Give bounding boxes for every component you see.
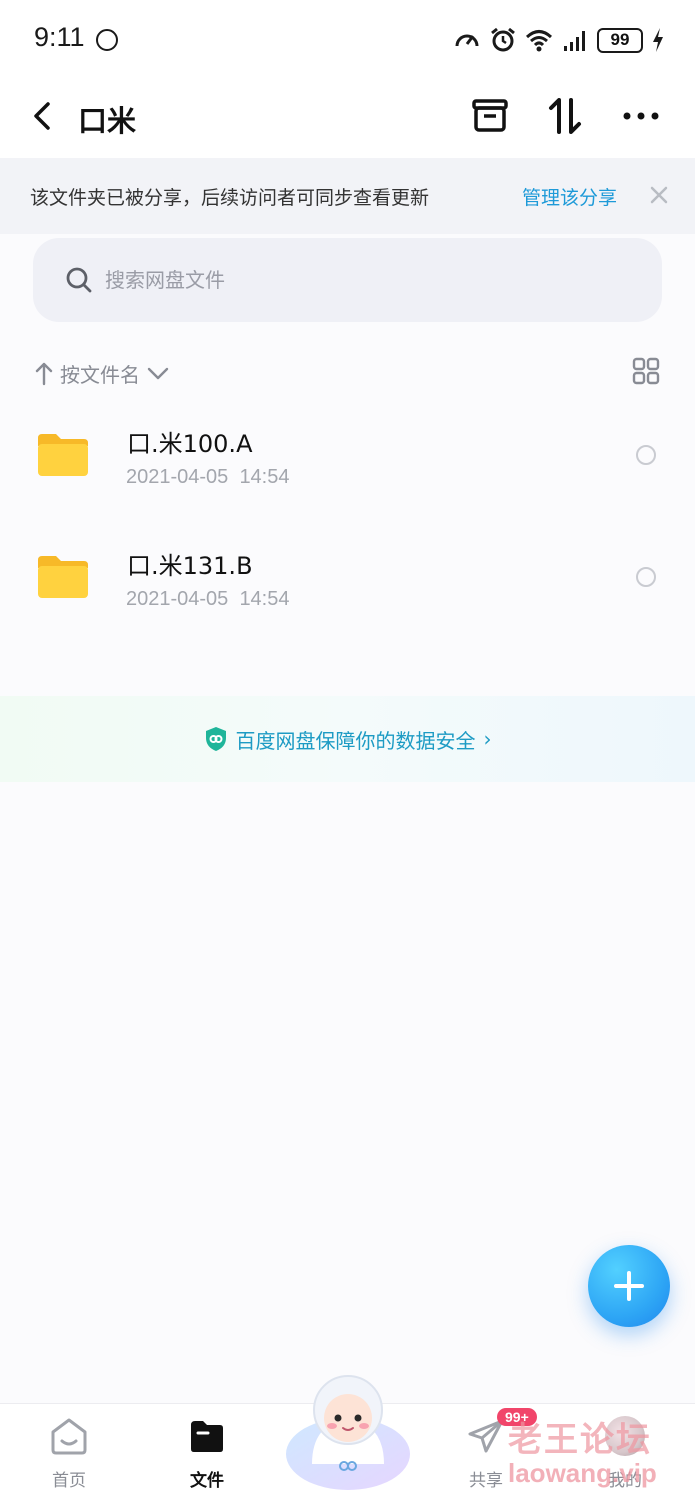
search-input[interactable]: [105, 238, 625, 322]
file-date: 2021-04-05: [126, 466, 229, 488]
mascot-assistant-icon[interactable]: [284, 1368, 412, 1496]
more-dots-icon[interactable]: [620, 94, 664, 138]
folder-tab-icon: [191, 1421, 223, 1452]
file-meta: 2021-04-05 14:54: [126, 588, 290, 611]
list-item[interactable]: 口.米131.B 2021-04-05 14:54: [0, 522, 695, 642]
search-box[interactable]: [33, 238, 662, 322]
security-banner[interactable]: 百度网盘保障你的数据安全 ›: [0, 696, 695, 782]
file-time: 14:54: [239, 466, 290, 488]
watermark-text: 老王论坛: [508, 1420, 652, 1460]
file-name: 口.米131.B: [127, 552, 253, 580]
nav-home-label: 首页: [52, 1471, 86, 1491]
security-text: 百度网盘保障你的数据安全: [235, 728, 476, 753]
chevron-right-icon: ›: [483, 727, 492, 751]
header: 口米: [0, 80, 695, 158]
signal-icon: [564, 31, 585, 51]
page-title: 口米: [78, 104, 137, 138]
alarm-icon: [491, 27, 515, 52]
notification-icon: [96, 29, 118, 51]
home-icon: [51, 1418, 87, 1455]
status-time: 9:11: [34, 22, 85, 52]
sort-control[interactable]: 按文件名: [34, 355, 170, 391]
sort-label: 按文件名: [60, 362, 140, 387]
status-icons: 99: [453, 26, 665, 54]
folder-icon: [38, 434, 88, 476]
sort-up-arrow-icon: [35, 362, 53, 386]
chevron-down-icon: [147, 367, 169, 380]
file-time: 14:54: [239, 588, 290, 610]
back-icon[interactable]: [28, 96, 58, 136]
watermark-url: laowang.vip: [508, 1458, 657, 1488]
speedometer-icon: [455, 34, 479, 47]
nav-files-label: 文件: [190, 1471, 224, 1491]
file-date: 2021-04-05: [126, 588, 229, 610]
grid-view-icon[interactable]: [632, 357, 660, 385]
add-button[interactable]: [588, 1245, 670, 1327]
share-banner-text: 该文件夹已被分享，后续访问者可同步查看更新: [30, 187, 430, 209]
sort-arrows-icon[interactable]: [543, 94, 587, 138]
manage-share-link[interactable]: 管理该分享: [522, 183, 617, 210]
close-icon[interactable]: [646, 182, 672, 208]
search-icon: [66, 267, 92, 293]
folder-icon: [38, 556, 88, 598]
share-banner: 该文件夹已被分享，后续访问者可同步查看更新 管理该分享: [0, 158, 695, 234]
wifi-icon: [525, 30, 553, 52]
charging-icon: [653, 28, 663, 52]
file-name: 口.米100.A: [127, 430, 253, 458]
recycle-bin-icon[interactable]: [468, 94, 512, 138]
plus-icon: [614, 1271, 644, 1301]
shield-icon: [205, 727, 226, 751]
nav-files[interactable]: 文件: [162, 1412, 252, 1492]
select-checkbox[interactable]: [636, 445, 656, 465]
list-item[interactable]: 口.米100.A 2021-04-05 14:54: [0, 400, 695, 520]
file-meta: 2021-04-05 14:54: [126, 466, 290, 489]
battery-indicator: 99: [597, 27, 643, 53]
nav-home[interactable]: 首页: [24, 1412, 114, 1492]
select-checkbox[interactable]: [636, 567, 656, 587]
status-bar: 9:11 99: [0, 0, 695, 80]
